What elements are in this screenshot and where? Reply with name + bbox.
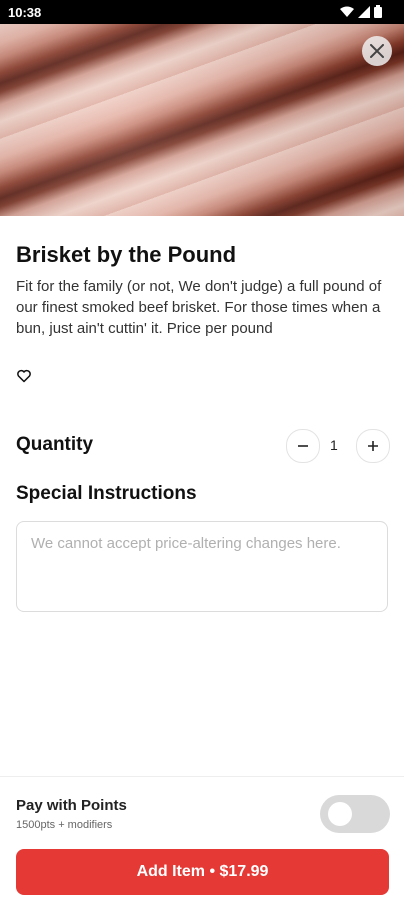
status-icons [340, 5, 382, 18]
product-description: Fit for the family (or not, We don't jud… [16, 278, 382, 337]
bottom-panel: Pay with Points 1500pts + modifiers Add … [0, 776, 404, 901]
status-bar: 10:38 [0, 0, 404, 24]
quantity-increase-button[interactable] [356, 429, 390, 463]
pay-with-points-toggle[interactable] [320, 795, 390, 833]
pay-with-points-subtitle: 1500pts + modifiers [16, 819, 113, 831]
signal-icon [358, 5, 370, 18]
status-time: 10:38 [8, 5, 42, 20]
product-title: Brisket by the Pound [16, 242, 237, 267]
special-instructions-label: Special Instructions [16, 483, 197, 504]
pay-with-points-title: Pay with Points [16, 797, 127, 814]
minus-icon [298, 445, 308, 447]
quantity-decrease-button[interactable] [286, 429, 320, 463]
wifi-icon [340, 6, 354, 17]
plus-icon [368, 441, 378, 451]
quantity-value: 1 [330, 437, 338, 453]
battery-icon [374, 5, 382, 18]
heart-outline-icon[interactable] [16, 368, 32, 384]
quantity-label: Quantity [16, 434, 94, 455]
product-image [0, 24, 404, 216]
toggle-knob [328, 802, 352, 826]
close-icon [370, 44, 384, 58]
special-instructions-input[interactable] [16, 521, 388, 612]
close-button[interactable] [362, 36, 392, 66]
add-item-button[interactable]: Add Item • $17.99 [16, 849, 389, 895]
